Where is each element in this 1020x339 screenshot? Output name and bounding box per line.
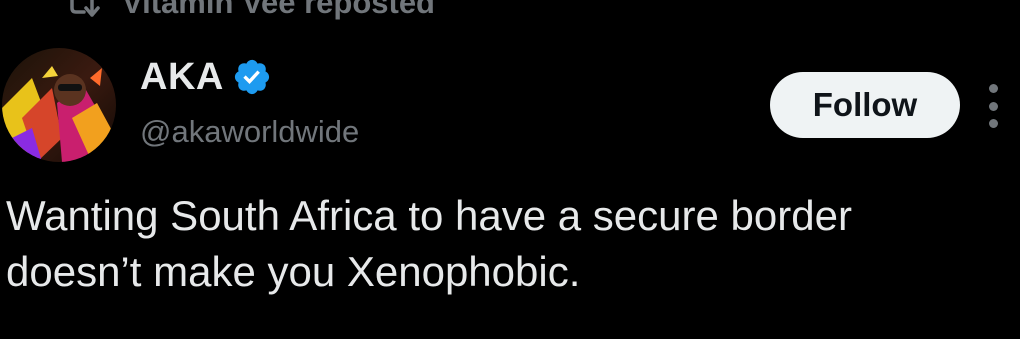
display-name[interactable]: AKA [140, 56, 224, 99]
repost-label: Vitamin Vee reposted [122, 0, 435, 20]
repost-icon [62, 0, 102, 18]
user-handle[interactable]: @akaworldwide [140, 114, 359, 150]
name-row: AKA [140, 52, 359, 102]
avatar[interactable] [2, 48, 116, 162]
tweet-text-line: Wanting South Africa to have a secure bo… [6, 192, 852, 239]
repost-header[interactable]: Vitamin Vee reposted [62, 0, 435, 20]
more-vertical-icon[interactable] [982, 84, 1004, 128]
follow-button[interactable]: Follow [770, 72, 960, 138]
more-dot [988, 119, 998, 128]
verified-badge-icon[interactable] [232, 57, 272, 97]
tweet-text: Wanting South Africa to have a secure bo… [6, 188, 1006, 300]
more-dot [988, 84, 998, 93]
more-dot [988, 101, 998, 111]
author-block[interactable]: AKA @akaworldwide [140, 52, 359, 150]
tweet-text-line: doesn’t make you Xenophobic. [6, 248, 581, 295]
